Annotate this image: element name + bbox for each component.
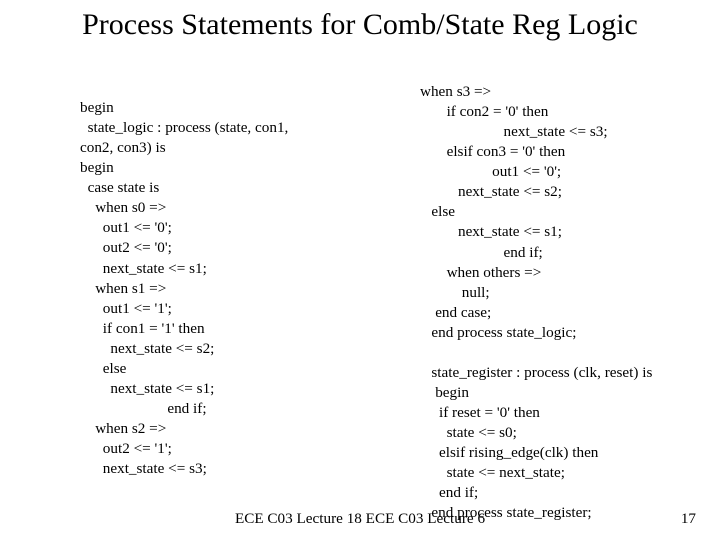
page-number: 17 [681, 510, 696, 528]
slide-title: Process Statements for Comb/State Reg Lo… [0, 8, 720, 43]
code-column-right: when s3 => if con2 = '0' then next_state… [420, 82, 720, 523]
code-column-left: begin state_logic : process (state, con1… [80, 98, 380, 479]
footer-text: ECE C03 Lecture 18 ECE C03 Lecture 6 [0, 510, 720, 528]
slide: Process Statements for Comb/State Reg Lo… [0, 0, 720, 540]
